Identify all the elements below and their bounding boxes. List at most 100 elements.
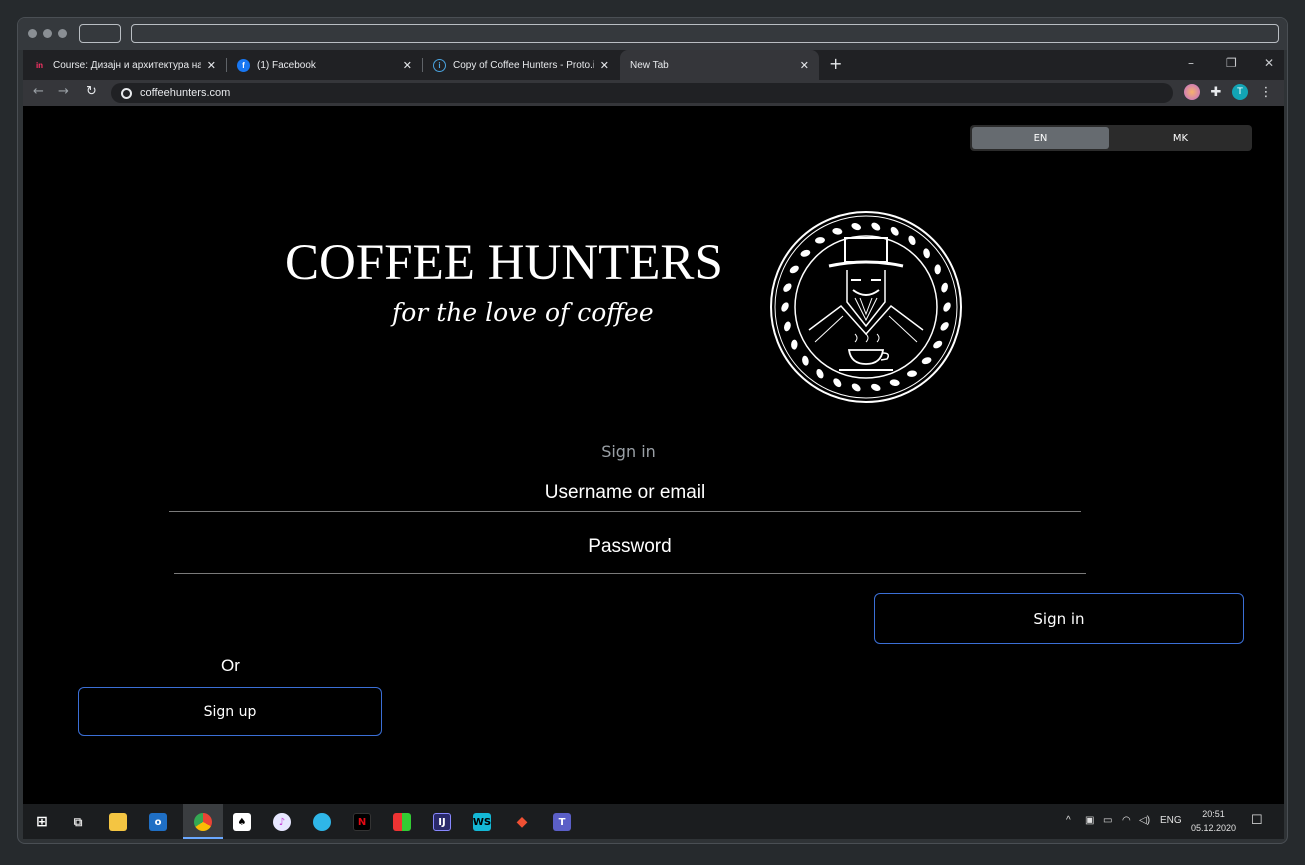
tab-title: Copy of Coffee Hunters - Proto.io [453, 59, 594, 71]
close-icon[interactable]: ✕ [403, 59, 412, 72]
coffee-bean-icon [923, 248, 930, 259]
signin-title: Sign in [601, 442, 656, 461]
info-icon: i [433, 58, 446, 72]
username-field [169, 482, 1081, 512]
language-mk-button[interactable]: MK [1111, 127, 1250, 149]
coffee-bean-icon [851, 383, 861, 392]
coffee-bean-icon [921, 357, 932, 365]
coffee-bean-icon [815, 237, 825, 244]
coffee-bean-icon [941, 282, 948, 293]
coffee-bean-icon [940, 322, 949, 331]
outlook-icon[interactable]: o [149, 813, 167, 831]
brand-name: COFFEE HUNTERS [285, 235, 723, 291]
restore-window-button[interactable]: ❐ [1226, 56, 1237, 70]
sidebar-toggle-button[interactable] [79, 24, 121, 43]
battery-icon[interactable]: ▭ [1103, 815, 1112, 826]
tab-title: Course: Дизајн и архитектура на [53, 59, 201, 71]
teams-icon[interactable]: T [553, 813, 571, 831]
coffee-bean-icon [871, 222, 881, 231]
forward-arrow-icon[interactable]: → [58, 84, 69, 99]
coffee-bean-icon [783, 283, 792, 292]
clock[interactable]: 20:51 05.12.2020 [1191, 807, 1236, 835]
chrome-icon[interactable] [194, 813, 212, 831]
brand-tagline: for the love of coffee [392, 298, 654, 327]
coffee-bean-icon [934, 264, 941, 275]
close-window-button[interactable]: ✕ [1264, 56, 1274, 70]
title-bar [18, 18, 1287, 50]
volume-icon[interactable]: ◁) [1139, 815, 1150, 826]
netflix-icon[interactable]: N [353, 813, 371, 831]
or-label: Or [221, 656, 240, 675]
coffee-bean-icon [943, 302, 951, 312]
address-field[interactable] [131, 24, 1279, 43]
back-arrow-icon[interactable]: ← [33, 84, 44, 99]
coffee-bean-icon [802, 355, 809, 366]
coffee-bean-icon [784, 321, 791, 332]
tray-app-icon[interactable]: ▣ [1085, 815, 1094, 826]
tab-new-tab[interactable]: New Tab ✕ [620, 50, 819, 80]
close-dot[interactable] [28, 29, 37, 38]
coffee-bean-icon [781, 302, 789, 312]
language-en-button[interactable]: EN [972, 127, 1109, 149]
maximize-dot[interactable] [58, 29, 67, 38]
coffee-bean-icon [933, 340, 943, 349]
coffee-bean-icon [832, 228, 843, 235]
omnibox[interactable]: coffeehunters.com [111, 83, 1173, 103]
coffee-bean-icon [871, 383, 881, 391]
task-view-icon[interactable]: ⧉ [69, 813, 87, 831]
close-icon[interactable]: ✕ [207, 59, 216, 72]
page-content: EN MK COFFEE HUNTERS for the love of cof… [23, 106, 1284, 804]
coffee-bean-icon [816, 368, 824, 379]
webstorm-icon[interactable]: WS [473, 813, 491, 831]
signin-button[interactable]: Sign in [874, 593, 1244, 644]
git-icon[interactable]: ◆ [513, 813, 531, 831]
new-tab-button[interactable]: + [829, 54, 842, 73]
taskbar: ⊞ ⧉ o ♠ ♪ N IJ WS ◆ T ^ ▣ ▭ ◠ ◁) ENG 20:… [23, 804, 1284, 839]
clock-time: 20:51 [1202, 809, 1225, 819]
site-info-icon[interactable] [121, 87, 132, 99]
facebook-icon: f [237, 58, 250, 72]
puzzle-icon[interactable]: ✚ [1208, 84, 1224, 100]
jetbrains-icon[interactable]: IJ [433, 813, 451, 831]
edge-icon[interactable] [313, 813, 331, 831]
tab-protoio[interactable]: i Copy of Coffee Hunters - Proto.io ✕ [423, 50, 619, 80]
coffee-bean-icon [889, 379, 900, 386]
password-input[interactable] [174, 536, 1086, 558]
close-icon[interactable]: ✕ [600, 59, 609, 72]
solitaire-icon[interactable]: ♠ [233, 813, 251, 831]
minimize-dot[interactable] [43, 29, 52, 38]
password-field [174, 536, 1086, 574]
reload-icon[interactable]: ↻ [86, 84, 97, 99]
tab-facebook[interactable]: f (1) Facebook ✕ [227, 50, 422, 80]
coffee-bean-icon [789, 265, 799, 274]
tab-title: (1) Facebook [257, 59, 316, 71]
signup-button[interactable]: Sign up [78, 687, 382, 736]
window-frame: in Course: Дизајн и архитектура на ✕ f (… [17, 17, 1288, 844]
coffee-bean-icon [833, 378, 842, 388]
clock-date: 05.12.2020 [1191, 823, 1237, 833]
language-indicator[interactable]: ENG [1160, 815, 1182, 826]
tab-course[interactable]: in Course: Дизајн и архитектура на ✕ [23, 50, 226, 80]
menu-kebab-icon[interactable]: ⋮ [1258, 84, 1274, 100]
coffee-bean-icon [908, 235, 916, 246]
username-input[interactable] [169, 482, 1081, 504]
itunes-icon[interactable]: ♪ [273, 813, 291, 831]
notifications-icon[interactable]: ☐ [1251, 812, 1263, 828]
mosaic-icon[interactable] [393, 813, 411, 831]
tab-title: New Tab [630, 59, 669, 71]
url-text: coffeehunters.com [140, 87, 231, 99]
close-icon[interactable]: ✕ [800, 59, 809, 72]
invision-icon: in [35, 60, 44, 70]
coffee-bean-icon [851, 223, 861, 231]
file-explorer-icon[interactable] [109, 813, 127, 831]
tray-chevron-icon[interactable]: ^ [1066, 815, 1071, 826]
coffee-bean-icon [800, 249, 811, 257]
profile-avatar[interactable]: T [1232, 84, 1248, 100]
wifi-icon[interactable]: ◠ [1122, 815, 1131, 826]
minimize-window-button[interactable]: – [1188, 56, 1194, 70]
windows-start-icon[interactable]: ⊞ [33, 813, 51, 831]
extension-icon[interactable] [1184, 84, 1200, 100]
coffee-bean-icon [907, 370, 917, 377]
tab-strip: in Course: Дизајн и архитектура на ✕ f (… [23, 50, 1284, 80]
coffee-bean-icon [890, 226, 899, 236]
